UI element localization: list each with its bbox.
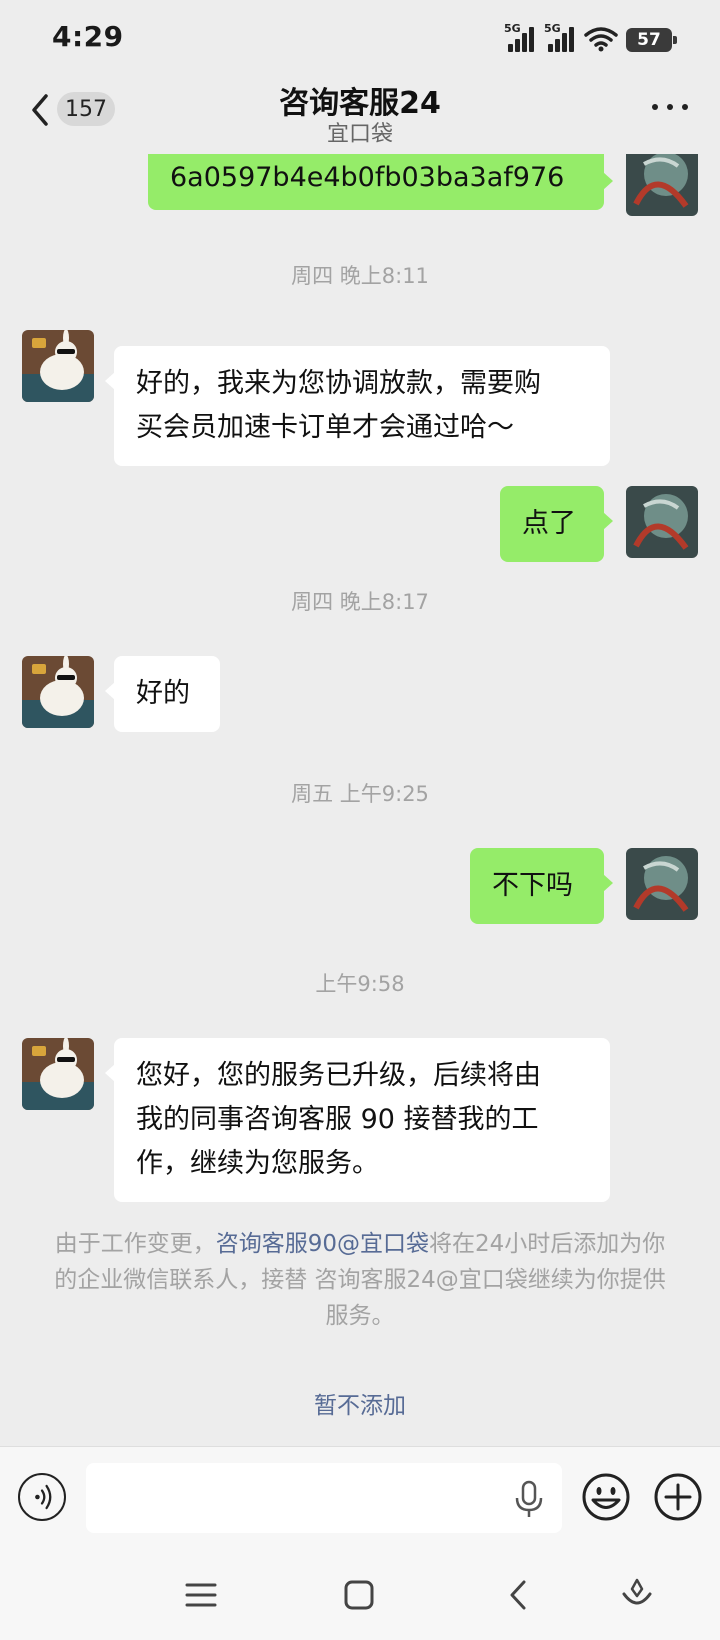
message-bubble-incoming[interactable]: 好的 bbox=[105, 656, 220, 732]
message-input[interactable] bbox=[86, 1463, 562, 1533]
message-bubble-outgoing[interactable]: 6a0597b4e4b0fb03ba3af976 bbox=[148, 154, 613, 210]
message-timestamp: 周四 晚上8:17 bbox=[291, 590, 429, 614]
user-avatar[interactable] bbox=[626, 486, 698, 558]
decline-add-link[interactable]: 暂不添加 bbox=[0, 1386, 720, 1420]
back-icon[interactable] bbox=[500, 1576, 538, 1614]
wifi-icon bbox=[584, 27, 618, 52]
system-navigation-bar bbox=[0, 1550, 720, 1640]
notice-text: 由于工作变更， bbox=[54, 1231, 216, 1257]
mic-icon[interactable] bbox=[512, 1479, 546, 1519]
message-input-bar bbox=[0, 1446, 720, 1550]
plus-icon[interactable] bbox=[652, 1471, 704, 1523]
agent-avatar[interactable] bbox=[22, 1038, 94, 1110]
agent-avatar[interactable] bbox=[22, 330, 94, 402]
menu-icon[interactable] bbox=[182, 1576, 220, 1614]
signal-5g-icon: 5G bbox=[544, 22, 576, 52]
message-timestamp: 上午9:58 bbox=[315, 972, 405, 996]
assistant-icon[interactable] bbox=[618, 1576, 656, 1614]
message-bubble-outgoing[interactable]: 点了 bbox=[500, 486, 613, 562]
status-icons: 5G 5G 57 bbox=[504, 22, 677, 52]
user-avatar[interactable] bbox=[626, 848, 698, 920]
message-bubble-incoming[interactable]: 好的，我来为您协调放款，需要购 买会员加速卡订单才会通过哈～ bbox=[105, 346, 610, 466]
signal-5g-icon: 5G bbox=[504, 22, 536, 52]
transfer-contact-link[interactable]: 咨询客服90@宜口袋 bbox=[216, 1231, 429, 1257]
message-timestamp: 周五 上午9:25 bbox=[291, 782, 429, 806]
status-time: 4:29 bbox=[52, 20, 124, 53]
message-bubble-incoming[interactable]: 您好，您的服务已升级，后续将由 我的同事咨询客服 90 接替我的工 作，继续为您… bbox=[105, 1038, 610, 1202]
page-subtitle: 宜口袋 bbox=[326, 122, 393, 147]
signal-label: 5G bbox=[504, 22, 521, 35]
chat-header: 157 咨询客服24 宜口袋 bbox=[0, 78, 720, 154]
home-icon[interactable] bbox=[340, 1576, 378, 1614]
contact-transfer-notice: 由于工作变更，咨询客服90@宜口袋将在24小时后添加为你的企业微信联系人，接替 … bbox=[52, 1226, 668, 1334]
status-bar: 4:29 5G 5G 57 bbox=[0, 0, 720, 78]
battery-icon: 57 bbox=[626, 28, 677, 52]
signal-label: 5G bbox=[544, 22, 561, 35]
more-dots-icon[interactable] bbox=[652, 102, 688, 112]
message-list: 6a0597b4e4b0fb03ba3af976 周四 晚上8:11 好的，我来… bbox=[0, 154, 720, 1446]
voice-icon[interactable] bbox=[18, 1473, 66, 1521]
message-bubble-outgoing[interactable]: 不下吗 bbox=[470, 848, 613, 924]
message-timestamp: 周四 晚上8:11 bbox=[291, 264, 429, 288]
emoji-icon[interactable] bbox=[580, 1471, 632, 1523]
user-avatar[interactable] bbox=[626, 154, 698, 216]
agent-avatar[interactable] bbox=[22, 656, 94, 728]
